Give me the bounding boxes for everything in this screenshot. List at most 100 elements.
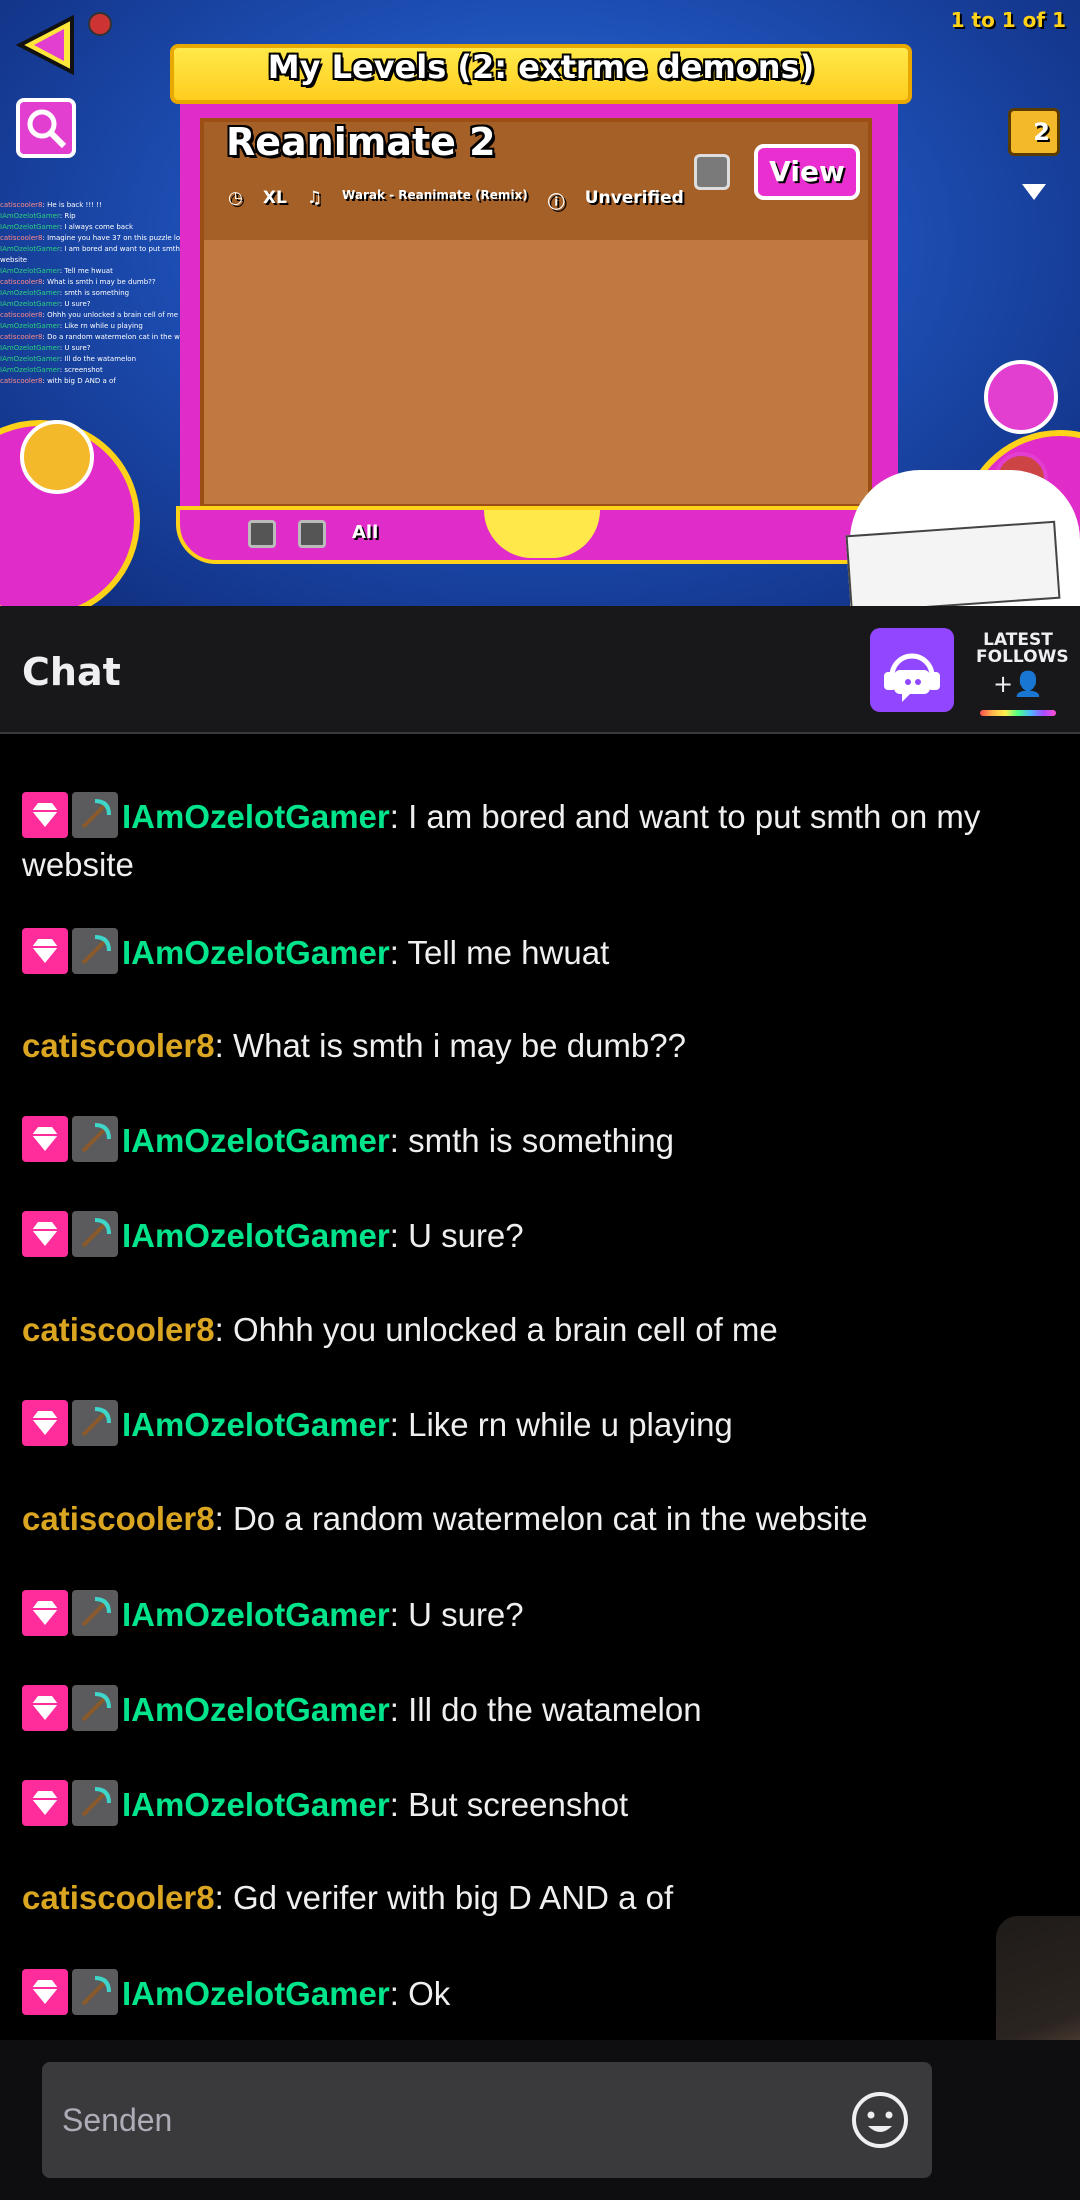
level-status: Unverified xyxy=(584,188,684,208)
subscriber-badge-icon[interactable] xyxy=(22,1211,68,1257)
subscriber-badge-icon[interactable] xyxy=(22,1780,68,1826)
filter-label: All xyxy=(352,522,379,543)
overlay-chat-text: I always come back xyxy=(64,223,133,231)
close-dot-icon xyxy=(88,12,112,36)
chat-message-text: : Gd verifer with big D AND a of xyxy=(214,1879,674,1916)
stream-player[interactable]: 1 to 1 of 1 2 catiscooler8: He is back !… xyxy=(0,0,1080,606)
chat-username[interactable]: IAmOzelotGamer xyxy=(122,1691,390,1728)
overlay-chat-user: catiscooler8 xyxy=(0,377,43,385)
chat-username[interactable]: catiscooler8 xyxy=(22,1027,215,1064)
music-note-icon: ♫ xyxy=(306,188,323,208)
page-count: 1 to 1 of 1 xyxy=(950,8,1066,32)
clock-icon: ◷ xyxy=(228,188,243,208)
folder-number: 2 xyxy=(1033,118,1050,146)
pickaxe-badge-icon[interactable] xyxy=(72,1685,118,1731)
chat-message-text: : Tell me hwuat xyxy=(389,934,610,971)
chat-username[interactable]: IAmOzelotGamer xyxy=(122,798,390,835)
chat-username[interactable]: IAmOzelotGamer xyxy=(122,1975,390,2012)
overlay-chat-user: catiscooler8 xyxy=(0,333,43,341)
chat-username[interactable]: catiscooler8 xyxy=(22,1500,215,1537)
overlay-chat-user: IAmOzelotGamer xyxy=(0,289,60,297)
back-arrow-icon xyxy=(15,14,74,76)
subscriber-badge-icon[interactable] xyxy=(22,792,68,838)
chat-message: IAmOzelotGamer: I am bored and want to p… xyxy=(22,792,1052,889)
overlay-chat-text: He is back !!! !! xyxy=(47,201,102,209)
subscriber-badge-icon[interactable] xyxy=(22,1685,68,1731)
chat-message-text: : What is smth i may be dumb?? xyxy=(214,1027,686,1064)
overlay-chat-user: IAmOzelotGamer xyxy=(0,366,60,374)
chat-header: Chat LATEST FOLLOWS +👤 xyxy=(0,606,1080,734)
level-checkbox xyxy=(694,154,730,190)
overlay-chat-user: IAmOzelotGamer xyxy=(0,355,60,363)
chat-message-text: : U sure? xyxy=(389,1596,524,1633)
chat-bubble-icon xyxy=(884,653,940,702)
overlay-chat-text: Ohhh you unlocked a brain cell of me xyxy=(47,311,179,319)
overlay-chat-text: with big D AND a of xyxy=(47,377,116,385)
pickaxe-badge-icon[interactable] xyxy=(72,1116,118,1162)
overlay-chat-user: IAmOzelotGamer xyxy=(0,212,60,220)
overlay-chat-text: Imagine you have 37 on this puzzle lol 2 xyxy=(47,234,189,242)
view-button: View xyxy=(754,144,860,200)
level-name: Reanimate 2 xyxy=(226,120,496,164)
pickaxe-badge-icon[interactable] xyxy=(72,792,118,838)
chat-message-text: : Do a random watermelon cat in the webs… xyxy=(214,1500,868,1537)
emote-picker-icon[interactable] xyxy=(850,2090,910,2150)
overlay-chat-user: IAmOzelotGamer xyxy=(0,267,60,275)
chat-username[interactable]: IAmOzelotGamer xyxy=(122,934,390,971)
chat-message: IAmOzelotGamer: Ill do the watamelon xyxy=(22,1685,1052,1734)
chat-username[interactable]: catiscooler8 xyxy=(22,1311,215,1348)
latest-follows-label: LATEST FOLLOWS xyxy=(976,630,1069,667)
chat-message-text: : Ill do the watamelon xyxy=(389,1691,702,1728)
overlay-chat-user: catiscooler8 xyxy=(0,278,43,286)
copy-icon xyxy=(984,360,1058,434)
pickaxe-badge-icon[interactable] xyxy=(72,1780,118,1826)
chat-username[interactable]: IAmOzelotGamer xyxy=(122,1122,390,1159)
rainbow-bar xyxy=(980,710,1056,716)
pickaxe-badge-icon[interactable] xyxy=(72,1211,118,1257)
chat-message: IAmOzelotGamer: Ok xyxy=(22,1969,1052,2018)
chat-message: catiscooler8: Do a random watermelon cat… xyxy=(22,1495,1052,1543)
chat-username[interactable]: IAmOzelotGamer xyxy=(122,1596,390,1633)
pickaxe-badge-icon[interactable] xyxy=(72,1590,118,1636)
overlay-chat-user: catiscooler8 xyxy=(0,311,43,319)
overlay-chat-user: IAmOzelotGamer xyxy=(0,223,60,231)
chat-input[interactable] xyxy=(42,2062,932,2178)
overlay-chat-text: Ill do the watamelon xyxy=(64,355,137,363)
pickaxe-badge-icon[interactable] xyxy=(72,928,118,974)
subscriber-badge-icon[interactable] xyxy=(22,1590,68,1636)
overlay-chat-text: U sure? xyxy=(64,300,91,308)
chat-message: catiscooler8: Ohhh you unlocked a brain … xyxy=(22,1306,1052,1354)
overlay-chat-text: smth is something xyxy=(64,289,130,297)
chat-username[interactable]: IAmOzelotGamer xyxy=(122,1217,390,1254)
subscriber-badge-icon[interactable] xyxy=(22,928,68,974)
overlay-chat-user: catiscooler8 xyxy=(0,201,43,209)
level-meta: ◷ XL ♫ Warak - Reanimate (Remix) ⓘ Unverifi… xyxy=(228,188,684,213)
overlay-chat-user: IAmOzelotGamer xyxy=(0,322,60,330)
chat-message: IAmOzelotGamer: smth is something xyxy=(22,1116,1052,1165)
chat-title: Chat xyxy=(22,650,121,694)
info-icon: ⓘ xyxy=(547,193,565,213)
subscriber-badge-icon[interactable] xyxy=(22,1116,68,1162)
chat-message-list[interactable]: IAmOzelotGamer: I am bored and want to p… xyxy=(0,766,1080,2040)
overlay-chat-user: IAmOzelotGamer xyxy=(0,300,60,308)
chat-message-text: : Like rn while u playing xyxy=(389,1406,733,1443)
add-user-icon: +👤 xyxy=(993,670,1043,698)
pickaxe-badge-icon[interactable] xyxy=(72,1400,118,1446)
hype-chat-button[interactable] xyxy=(870,628,954,712)
trash-icon xyxy=(248,520,276,548)
latest-follows-button[interactable]: LATEST FOLLOWS +👤 xyxy=(976,630,1069,716)
subscriber-badge-icon[interactable] xyxy=(22,1400,68,1446)
overlay-chat-text: Like rn while u playing xyxy=(64,322,143,330)
chat-message: IAmOzelotGamer: U sure? xyxy=(22,1211,1052,1260)
chat-username[interactable]: IAmOzelotGamer xyxy=(122,1406,390,1443)
chevron-down-icon xyxy=(1022,184,1046,200)
chat-username[interactable]: catiscooler8 xyxy=(22,1879,215,1916)
chat-username[interactable]: IAmOzelotGamer xyxy=(122,1786,390,1823)
overlay-chat-text: U sure? xyxy=(64,344,91,352)
subscriber-badge-icon[interactable] xyxy=(22,1969,68,2015)
pickaxe-badge-icon[interactable] xyxy=(72,1969,118,2015)
chat-message: IAmOzelotGamer: Tell me hwuat xyxy=(22,928,1052,977)
chat-message: IAmOzelotGamer: Like rn while u playing xyxy=(22,1400,1052,1449)
level-song: Warak - Reanimate (Remix) xyxy=(342,188,528,202)
overlay-chat-user: catiscooler8 xyxy=(0,234,43,242)
